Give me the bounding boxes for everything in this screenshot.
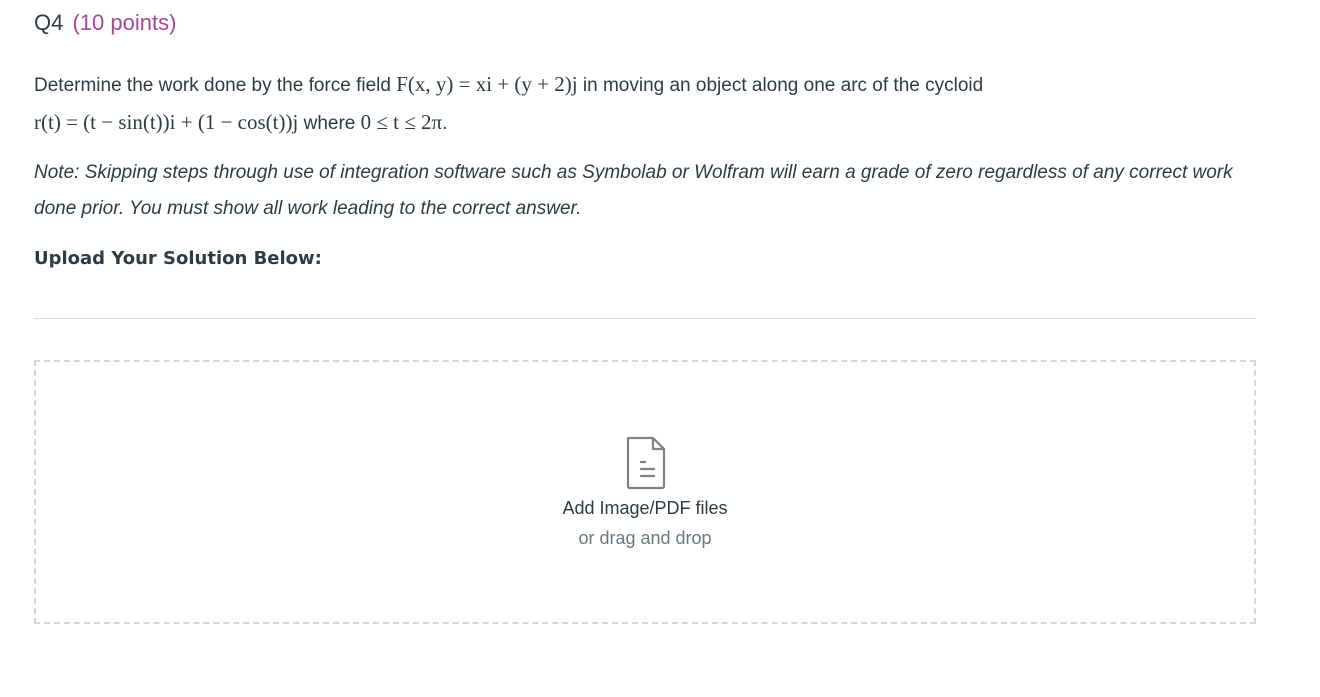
force-field-equation: F(x, y) = xi + (y + 2)j [396, 72, 578, 96]
interval-equation: 0 ≤ t ≤ 2π [360, 110, 443, 134]
cycloid-equation: r(t) = (t − sin(t))i + (1 − cos(t))j [34, 110, 299, 134]
question-points: (10 points) [72, 10, 177, 35]
prompt-text: where [298, 113, 361, 134]
prompt-text: Determine the work done by the force fie… [34, 75, 397, 96]
dropzone-title[interactable]: Add Image/PDF files [36, 498, 1254, 519]
prompt-text: . [442, 113, 448, 134]
prompt-text: in moving an object along one arc of the… [577, 75, 984, 96]
upload-heading: Upload Your Solution Below: [34, 248, 322, 269]
note-text: Note: Skipping steps through use of inte… [34, 162, 1233, 219]
prompt-line-2: r(t) = (t − sin(t))i + (1 − cos(t))j whe… [34, 104, 1256, 142]
file-icon [626, 436, 666, 490]
question-number: Q4 [34, 10, 64, 35]
dropzone-subtitle: or drag and drop [578, 528, 712, 548]
file-dropzone[interactable]: Add Image/PDF files or drag and drop [34, 360, 1256, 624]
divider [34, 318, 1256, 319]
question-header: Q4 (10 points) [34, 10, 176, 36]
question-prompt: Determine the work done by the force fie… [34, 66, 1256, 142]
prompt-line-1: Determine the work done by the force fie… [34, 66, 1256, 104]
